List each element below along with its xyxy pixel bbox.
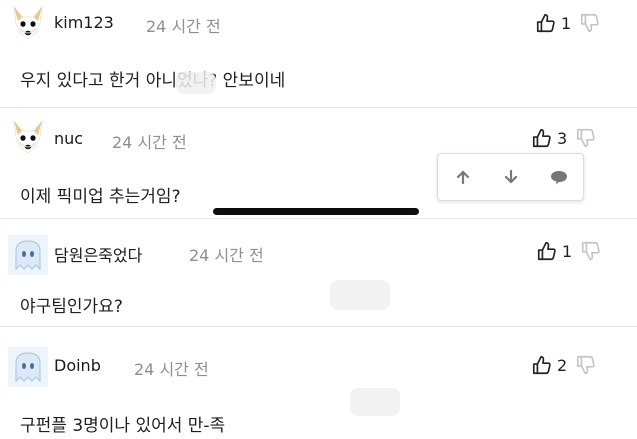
comment-username[interactable]: Doinb <box>54 356 101 375</box>
ghost-avatar-icon[interactable] <box>8 347 48 387</box>
thumbs-up-icon[interactable] <box>531 354 553 376</box>
vote-controls: 2 <box>531 352 597 378</box>
comment-timestamp: 24 시간 전 <box>134 360 209 379</box>
vote-controls: 1 <box>535 10 601 36</box>
like-count: 3 <box>557 128 568 148</box>
drag-handle-bar[interactable] <box>213 208 419 215</box>
thumbs-down-icon[interactable] <box>580 240 602 262</box>
comment-text: 구펀플 3명이나 있어서 만-족 <box>20 416 226 436</box>
blur-overlay <box>176 72 216 94</box>
comment-item: 담원은죽었다 24 시간 전 1 야구팀인가요? <box>0 219 637 326</box>
comment-timestamp: 24 시간 전 <box>146 17 221 36</box>
comment-action-popup <box>437 153 584 201</box>
comment-text: 야구팀인가요? <box>20 297 123 317</box>
comment-timestamp: 24 시간 전 <box>189 246 264 265</box>
thumbs-down-icon[interactable] <box>575 127 597 149</box>
speech-bubble-icon[interactable] <box>547 165 571 189</box>
comment-username[interactable]: nuc <box>54 129 83 148</box>
thumbs-up-icon[interactable] <box>535 12 557 34</box>
comment-text: 이제 픽미업 추는거임? <box>20 187 181 207</box>
comment-username[interactable]: kim123 <box>54 13 114 32</box>
comment-item: kim123 24 시간 전 1 우지 있다고 한거 아니었나? 안보이네 <box>0 0 637 107</box>
blur-overlay <box>350 388 400 416</box>
thumbs-down-icon[interactable] <box>575 354 597 376</box>
dog-avatar-icon[interactable] <box>8 3 48 43</box>
dog-avatar-icon[interactable] <box>8 117 48 157</box>
thumbs-down-icon[interactable] <box>579 12 601 34</box>
ghost-avatar-icon[interactable] <box>8 235 48 275</box>
arrow-up-icon[interactable] <box>451 165 475 189</box>
vote-controls: 1 <box>536 238 602 264</box>
vote-controls: 3 <box>531 125 597 151</box>
comment-timestamp: 24 시간 전 <box>112 133 187 152</box>
comment-item: Doinb 24 시간 전 2 구펀플 3명이나 있어서 만-족 <box>0 327 637 439</box>
like-count: 1 <box>561 13 572 33</box>
arrow-down-icon[interactable] <box>499 165 523 189</box>
thumbs-up-icon[interactable] <box>531 127 553 149</box>
comment-text: 우지 있다고 한거 아니었나? 안보이네 <box>20 71 286 91</box>
thumbs-up-icon[interactable] <box>536 240 558 262</box>
blur-overlay <box>330 280 390 310</box>
comment-username[interactable]: 담원은죽었다 <box>54 242 142 266</box>
like-count: 2 <box>557 355 568 375</box>
like-count: 1 <box>562 241 573 261</box>
